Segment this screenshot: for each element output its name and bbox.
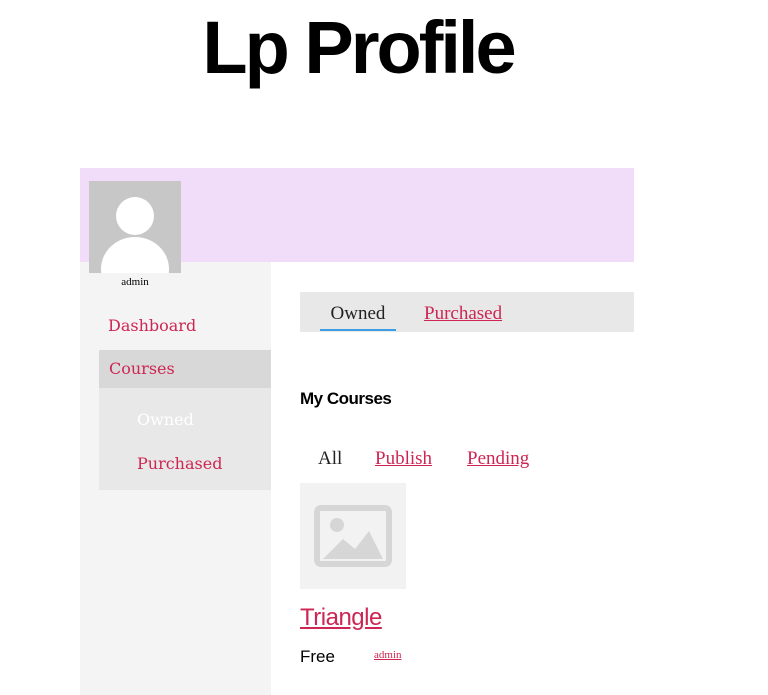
sidebar-subitem-purchased[interactable]: Purchased xyxy=(137,454,222,473)
avatar-head-shape xyxy=(116,197,154,235)
avatar xyxy=(89,181,181,273)
sidebar-item-dashboard[interactable]: Dashboard xyxy=(108,316,196,335)
course-author-link[interactable]: admin xyxy=(374,649,402,661)
page-title: Lp Profile xyxy=(202,6,516,89)
filter-pending[interactable]: Pending xyxy=(467,448,529,470)
tab-owned[interactable]: Owned xyxy=(320,303,396,331)
course-price: Free xyxy=(300,647,335,666)
profile-username: admin xyxy=(121,276,149,288)
sidebar-subitem-owned[interactable]: Owned xyxy=(137,410,194,429)
sidebar-subnav xyxy=(99,388,271,490)
course-title[interactable]: Triangle xyxy=(300,604,382,632)
section-title: My Courses xyxy=(300,389,392,408)
tab-purchased[interactable]: Purchased xyxy=(424,303,502,325)
avatar-body-shape xyxy=(101,237,169,273)
profile-page: Lp Profile admin Dashboard Courses Owned… xyxy=(0,0,768,695)
sidebar-item-courses[interactable]: Courses xyxy=(109,359,175,378)
image-placeholder-icon xyxy=(314,505,392,567)
filter-all[interactable]: All xyxy=(318,448,342,470)
course-thumbnail[interactable] xyxy=(300,483,406,589)
filter-publish[interactable]: Publish xyxy=(375,448,432,470)
